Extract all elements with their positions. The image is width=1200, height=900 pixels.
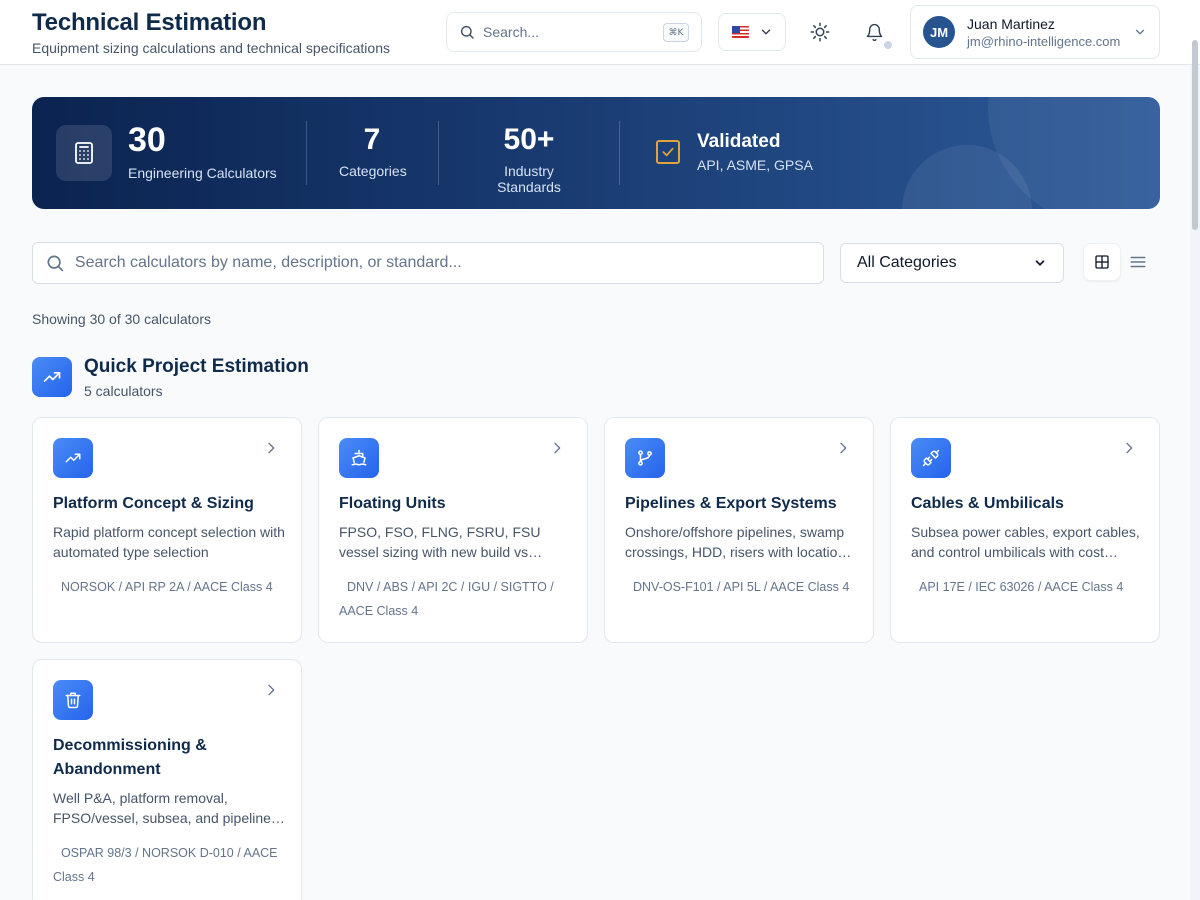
sun-icon bbox=[810, 22, 830, 42]
user-name: Juan Martinez bbox=[967, 16, 1055, 32]
card-title: Decommissioning & Abandonment bbox=[53, 737, 207, 778]
list-view-button[interactable] bbox=[1121, 243, 1155, 281]
standards-label: Industry Standards bbox=[497, 163, 561, 195]
page-subtitle: Equipment sizing calculations and techni… bbox=[32, 40, 390, 56]
validated-standards: API, ASME, GPSA bbox=[697, 157, 813, 173]
ship-icon bbox=[339, 438, 379, 478]
check-square-icon bbox=[656, 140, 680, 164]
calculator-card-pipelines[interactable]: Pipelines & Export Systems Onshore/offsh… bbox=[604, 417, 874, 643]
section-count: 5 calculators bbox=[84, 383, 163, 399]
calculator-icon bbox=[56, 125, 112, 181]
user-menu[interactable]: JM Juan Martinez jm@rhino-intelligence.c… bbox=[910, 5, 1160, 59]
card-standards: OSPAR 98/3 / NORSOK D-010 / AACE Class 4 bbox=[53, 846, 278, 884]
chevron-right-icon[interactable] bbox=[1121, 440, 1137, 456]
calculators-label: Engineering Calculators bbox=[128, 165, 277, 181]
card-description: Well P&A, platform removal, FPSO/vessel,… bbox=[53, 790, 271, 826]
git-branch-icon bbox=[625, 438, 665, 478]
card-standards: API 17E / IEC 63026 / AACE Class 4 bbox=[919, 580, 1124, 594]
chevron-down-icon bbox=[1035, 260, 1045, 266]
card-description: FPSO, FSO, FLNG, FSRU, FSU vessel sizing… bbox=[339, 524, 541, 560]
us-flag-icon bbox=[731, 26, 749, 38]
stats-banner: 30 Engineering Calculators 7 Categories … bbox=[32, 97, 1160, 209]
shortcut-badge: ⌘K bbox=[663, 23, 689, 42]
search-icon bbox=[47, 255, 64, 272]
global-search[interactable]: ⌘K bbox=[446, 12, 702, 52]
calculators-count: 30 bbox=[128, 121, 166, 159]
section-title: Quick Project Estimation bbox=[84, 356, 309, 377]
card-title: Platform Concept & Sizing bbox=[53, 495, 254, 512]
grid-icon bbox=[1095, 255, 1109, 269]
trash-icon bbox=[53, 680, 93, 720]
card-standards: DNV / ABS / API 2C / IGU / SIGTTO / AACE… bbox=[339, 580, 554, 618]
trending-up-icon bbox=[53, 438, 93, 478]
avatar: JM bbox=[923, 16, 955, 48]
card-title: Floating Units bbox=[339, 495, 446, 512]
trending-up-icon bbox=[32, 357, 72, 397]
categories-label: Categories bbox=[339, 163, 407, 179]
card-title: Pipelines & Export Systems bbox=[625, 495, 837, 512]
page-title: Technical Estimation bbox=[32, 9, 267, 36]
card-description: Onshore/offshore pipelines, swamp crossi… bbox=[625, 524, 846, 560]
plug-icon bbox=[911, 438, 951, 478]
calculator-search-input[interactable] bbox=[74, 254, 811, 272]
results-count: Showing 30 of 30 calculators bbox=[32, 311, 211, 327]
search-icon bbox=[460, 25, 474, 39]
stat-divider bbox=[306, 121, 307, 185]
standards-count: 50+ bbox=[503, 123, 555, 156]
stat-divider bbox=[438, 121, 439, 185]
user-email: jm@rhino-intelligence.com bbox=[967, 34, 1121, 49]
calculator-search[interactable] bbox=[32, 242, 824, 284]
list-icon bbox=[1130, 256, 1146, 268]
chevron-right-icon[interactable] bbox=[549, 440, 565, 456]
theme-toggle-button[interactable] bbox=[802, 14, 838, 50]
chevron-right-icon[interactable] bbox=[835, 440, 851, 456]
chevron-down-icon bbox=[761, 29, 770, 35]
global-search-input[interactable] bbox=[483, 24, 643, 40]
calculator-card-floating-units[interactable]: Floating Units FPSO, FSO, FLNG, FSRU, FS… bbox=[318, 417, 588, 643]
chevron-right-icon[interactable] bbox=[263, 440, 279, 456]
card-standards: NORSOK / API RP 2A / AACE Class 4 bbox=[61, 580, 273, 594]
category-select[interactable]: All Categories bbox=[840, 243, 1064, 283]
top-header: Technical Estimation Equipment sizing ca… bbox=[0, 0, 1200, 65]
validated-title: Validated bbox=[697, 131, 781, 152]
category-select-value: All Categories bbox=[857, 254, 957, 271]
card-description: Subsea power cables, export cables, and … bbox=[911, 524, 1140, 560]
stat-divider bbox=[619, 121, 620, 185]
grid-view-button[interactable] bbox=[1083, 243, 1121, 281]
calculator-card-cables[interactable]: Cables & Umbilicals Subsea power cables,… bbox=[890, 417, 1160, 643]
chevron-right-icon[interactable] bbox=[263, 682, 279, 698]
scrollbar-thumb[interactable] bbox=[1192, 40, 1198, 230]
chevron-down-icon bbox=[1135, 29, 1145, 35]
card-standards: DNV-OS-F101 / API 5L / AACE Class 4 bbox=[633, 580, 850, 594]
notification-dot bbox=[884, 41, 892, 49]
language-selector[interactable] bbox=[718, 13, 786, 51]
categories-count: 7 bbox=[363, 123, 381, 156]
bell-icon bbox=[866, 23, 882, 41]
calculator-card-platform-concept[interactable]: Platform Concept & Sizing Rapid platform… bbox=[32, 417, 302, 643]
card-title: Cables & Umbilicals bbox=[911, 495, 1064, 512]
card-description: Rapid platform concept selection with au… bbox=[53, 524, 285, 560]
calculator-card-decommissioning[interactable]: Decommissioning & Abandonment Well P&A, … bbox=[32, 659, 302, 900]
